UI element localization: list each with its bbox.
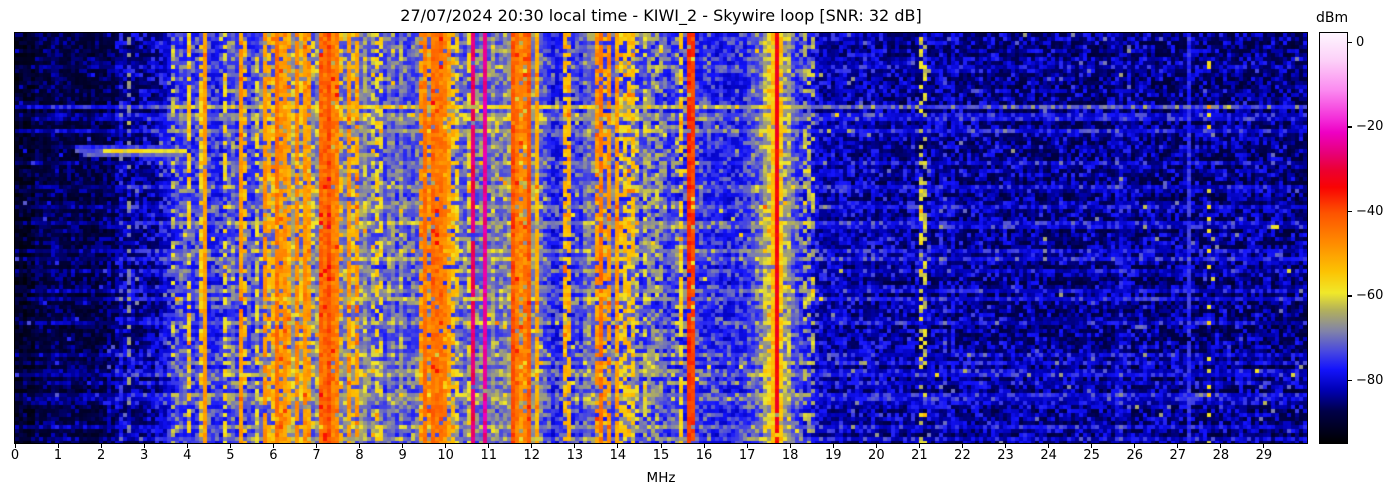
x-tick-label: 27 <box>1169 448 1187 463</box>
x-tick-label: 15 <box>652 448 670 463</box>
chart-title: 27/07/2024 20:30 local time - KIWI_2 - S… <box>400 6 922 25</box>
spectrogram-canvas <box>15 33 1307 443</box>
x-tick-label: 21 <box>911 448 928 463</box>
colorbar <box>1319 32 1348 444</box>
x-tick-label: 10 <box>437 448 454 463</box>
x-tick-label: 8 <box>355 448 364 463</box>
x-tick-label: 24 <box>1040 448 1057 463</box>
x-tick-label: 13 <box>566 448 584 463</box>
colorbar-tick-label: −80 <box>1356 372 1384 388</box>
x-tick-label: 22 <box>954 448 971 463</box>
x-axis-label: MHz <box>646 470 676 486</box>
x-tick-label: 3 <box>140 448 149 463</box>
x-tick-label: 2 <box>96 448 106 463</box>
x-tick-label: 7 <box>312 448 321 463</box>
colorbar-tick <box>1348 126 1352 128</box>
x-tick-label: 16 <box>695 448 713 463</box>
x-tick-label: 23 <box>997 448 1014 463</box>
x-tick-label: 25 <box>1083 448 1100 463</box>
x-tick-label: 9 <box>398 448 407 463</box>
x-tick-label: 0 <box>10 448 20 463</box>
x-tick-label: 14 <box>609 448 627 463</box>
x-tick-label: 28 <box>1212 448 1230 463</box>
x-tick-label: 26 <box>1126 448 1143 463</box>
colorbar-tick-label: −60 <box>1356 288 1384 304</box>
colorbar-tick <box>1348 41 1352 44</box>
x-tick-label: 6 <box>269 448 278 463</box>
colorbar-tick <box>1348 210 1352 213</box>
x-tick-label: 17 <box>738 448 756 463</box>
x-tick-label: 29 <box>1255 448 1273 463</box>
colorbar-tick-label: −40 <box>1356 203 1384 219</box>
x-tick-label: 18 <box>781 448 799 463</box>
x-tick-label: 1 <box>53 448 63 463</box>
x-tick-label: 4 <box>183 448 192 463</box>
colorbar-tick <box>1348 295 1352 297</box>
colorbar-tick-label: −20 <box>1356 119 1384 135</box>
plot-area <box>14 32 1308 444</box>
x-tick-label: 20 <box>868 448 885 463</box>
x-tick-label: 5 <box>226 448 235 463</box>
colorbar-unit-label: dBm <box>1316 10 1349 26</box>
spectrogram-figure: 27/07/2024 20:30 local time - KIWI_2 - S… <box>0 0 1400 500</box>
x-tick-label: 19 <box>824 448 842 463</box>
colorbar-tick <box>1348 380 1352 382</box>
colorbar-tick-label: 0 <box>1356 34 1365 50</box>
x-tick-label: 12 <box>523 448 541 463</box>
x-tick-label: 11 <box>480 448 497 463</box>
colorbar-gradient <box>1320 33 1347 443</box>
